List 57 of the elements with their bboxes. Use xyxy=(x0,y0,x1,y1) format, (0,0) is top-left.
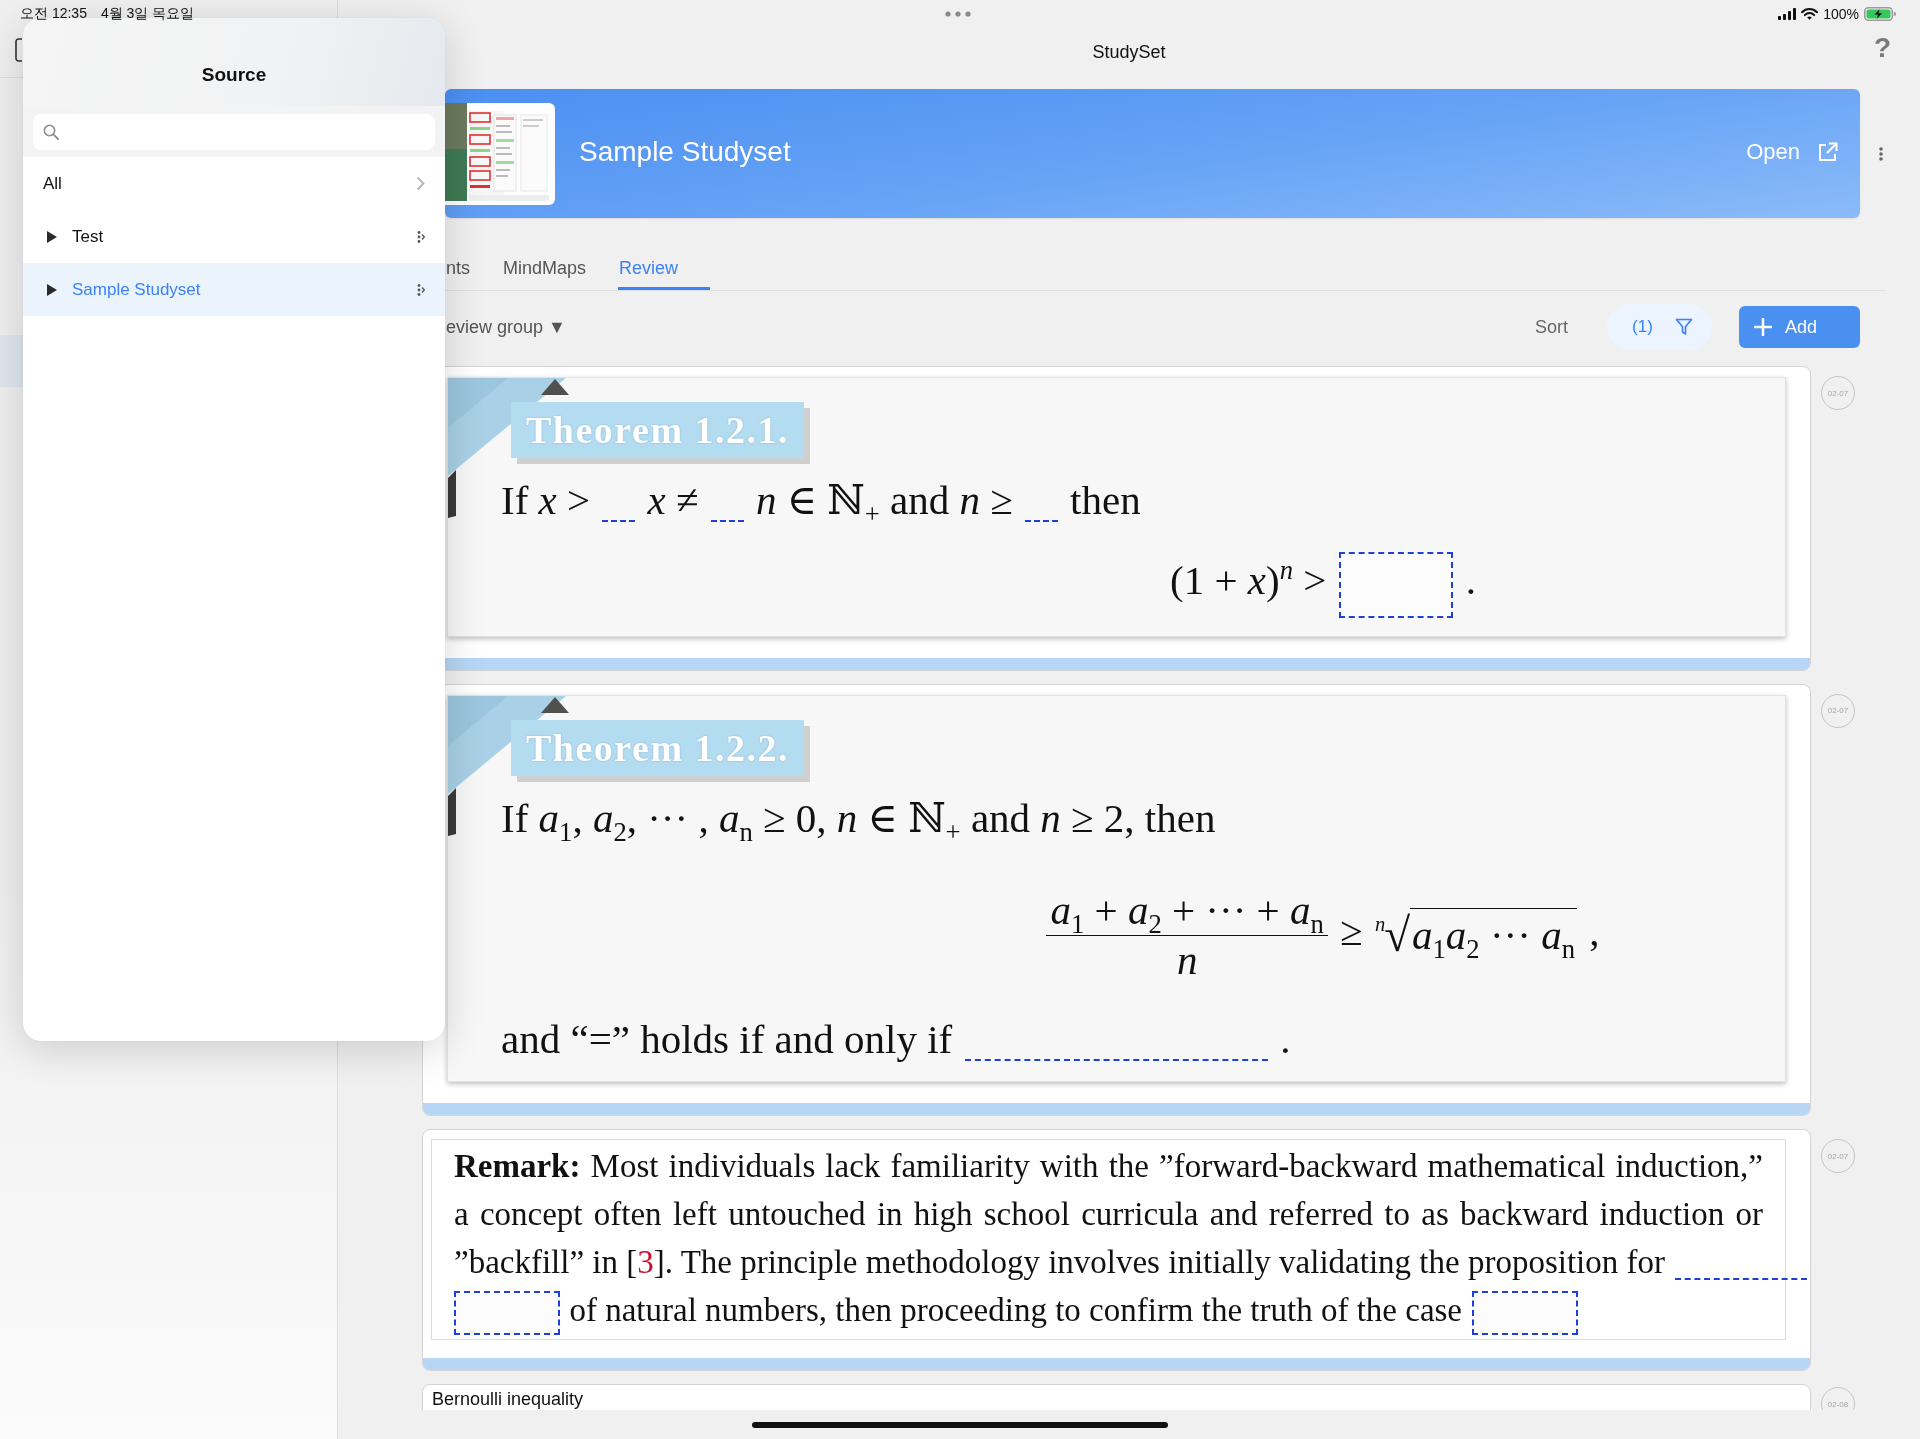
remark-text: Remark: Most individuals lack familiarity with the ”forward-backward mathematical induction,” xyxy=(454,1148,1763,1184)
sidebar-toggle-icon[interactable] xyxy=(15,38,23,62)
tab[interactable]: nts xyxy=(445,258,502,290)
theorem-text: and “=” holds if and only if xyxy=(501,1016,953,1062)
theorem-text: ≥ xyxy=(1340,907,1363,954)
status-time: 오전 12:35 xyxy=(20,5,87,23)
disclosure-triangle-icon[interactable] xyxy=(46,283,58,296)
disclosure-triangle-icon[interactable] xyxy=(46,230,58,243)
theorem-text: . xyxy=(1280,1016,1291,1062)
wifi-icon xyxy=(1801,8,1819,20)
more-icon[interactable] xyxy=(1879,146,1883,161)
source-item[interactable]: Test xyxy=(23,210,445,263)
theorem-text: If a$_{1}$, a$_{2}$, ··· , a$_{n}$ ≥ 0, n ∈ ℕ$_{+}$ and n ≥ 2, then xyxy=(501,794,1216,841)
signal-icon xyxy=(1778,8,1797,20)
answer-box[interactable] xyxy=(1338,552,1454,618)
battery-percent: 100% xyxy=(1823,6,1859,22)
plus-icon xyxy=(1754,318,1772,336)
dots-chevron-icon[interactable] xyxy=(417,229,425,244)
answer-box[interactable] xyxy=(454,1291,560,1336)
theorem-text: If x > xyxy=(501,477,591,523)
add-button[interactable]: Add xyxy=(1739,306,1860,348)
studyset-title: Sample Studyset xyxy=(579,135,792,168)
sidebar-row-highlight xyxy=(0,335,23,387)
remark-text: ]. The principle methodology involves initially validating the proposition for xyxy=(653,1244,1665,1280)
theorem-text: n ∈ ℕ$_{+}$ and n ≥ xyxy=(755,477,1013,523)
search-field[interactable] xyxy=(33,114,435,150)
source-item[interactable]: Sample Studyset xyxy=(23,263,445,316)
tab[interactable]: MindMaps xyxy=(502,258,619,290)
tab[interactable]: Review xyxy=(618,258,711,290)
filter-icon xyxy=(1674,318,1693,336)
remark-text: a concept often left untouched in high school curricula and referred to as backward induction or xyxy=(454,1196,1763,1232)
source-item[interactable]: All xyxy=(23,157,445,210)
battery-icon xyxy=(1864,7,1896,21)
theorem-text: x ≠ xyxy=(647,477,699,523)
theorem-text: then xyxy=(1070,477,1141,523)
remark-text: of natural numbers, then proceeding to confirm the truth of the case xyxy=(569,1292,1462,1328)
answer-box[interactable] xyxy=(1471,1291,1578,1336)
dots-chevron-icon[interactable] xyxy=(417,282,425,297)
help-button[interactable]: ? xyxy=(1873,33,1891,62)
root-expression: n√a$_{1}$a$_{2}$ ··· a$_{n}$ xyxy=(1374,908,1577,963)
search-icon xyxy=(43,124,59,140)
popover-title: Source xyxy=(201,64,267,86)
filter-button[interactable]: (1) xyxy=(1607,304,1712,350)
remark-text: ”backfill” in [ xyxy=(454,1244,638,1280)
sort-button[interactable]: Sort xyxy=(1535,316,1568,338)
chevron-right-icon xyxy=(416,176,425,191)
window-title: StudySet xyxy=(1092,42,1166,63)
theorem-text: . xyxy=(1465,557,1476,604)
status-date: 4월 3일 목요일 xyxy=(100,5,195,23)
card-title: Bernoulli inequality xyxy=(431,1388,585,1410)
theorem-text: (1 + x)$^{n}$ > xyxy=(1170,557,1327,604)
external-link-icon xyxy=(1818,141,1838,162)
fraction: a$_{1}$ + a$_{2}$ + ··· + a$_{n}$ n xyxy=(1046,885,1328,985)
multitask-dots-icon[interactable] xyxy=(945,11,971,17)
group-dropdown[interactable]: eview group ▼ xyxy=(445,316,566,338)
theorem-text: , xyxy=(1589,907,1600,954)
citation-link[interactable]: 3 xyxy=(637,1244,654,1280)
